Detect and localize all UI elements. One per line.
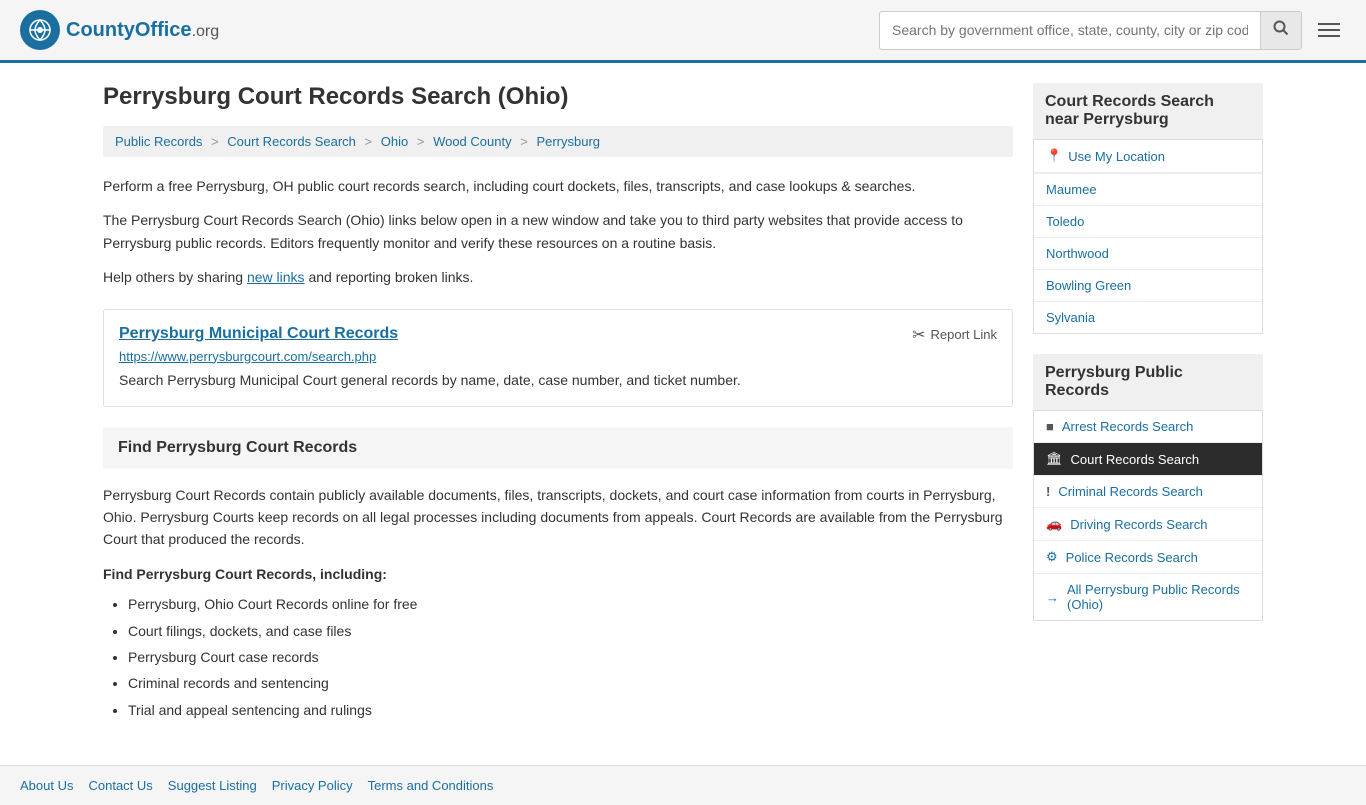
use-my-location-link[interactable]: 📍 Use My Location [1034,140,1262,173]
new-links-link[interactable]: new links [247,269,305,285]
main-content: Perrysburg Court Records Search (Ohio) P… [103,83,1013,725]
arrest-icon: ■ [1046,419,1054,434]
intro-paragraph-2: The Perrysburg Court Records Search (Ohi… [103,209,1013,254]
sidebar-item-driving-records: 🚗 Driving Records Search [1034,508,1262,541]
search-button[interactable] [1260,12,1301,49]
sidebar: Court Records Search near Perrysburg 📍 U… [1033,83,1263,725]
municipal-court-link[interactable]: Perrysburg Municipal Court Records [119,325,398,343]
link-section: Perrysburg Municipal Court Records ✂ Rep… [103,309,1013,407]
footer-suggest[interactable]: Suggest Listing [168,778,257,793]
sidebar-item-northwood: Northwood [1034,238,1262,270]
page-title: Perrysburg Court Records Search (Ohio) [103,83,1013,111]
sidebar-item-arrest-records: ■ Arrest Records Search [1034,411,1262,443]
list-item: Trial and appeal sentencing and rulings [128,699,1013,721]
sidebar-item-bowling-green: Bowling Green [1034,270,1262,302]
find-list: Perrysburg, Ohio Court Records online fo… [103,593,1013,721]
sidebar-public-records-heading: Perrysburg Public Records [1033,354,1263,411]
sidebar-public-records-section: Perrysburg Public Records ■ Arrest Recor… [1033,354,1263,621]
logo-text: CountyOffice.org [66,19,219,42]
toledo-link[interactable]: Toledo [1034,206,1262,237]
all-records-link[interactable]: → All Perrysburg Public Records (Ohio) [1034,574,1262,620]
hamburger-menu-button[interactable] [1312,17,1346,43]
police-icon: ⚙ [1046,549,1058,565]
logo-area: CountyOffice.org [20,10,219,50]
sidebar-near-list: 📍 Use My Location Maumee Toledo [1033,140,1263,334]
site-footer: About Us Contact Us Suggest Listing Priv… [0,765,1366,805]
header-right [879,11,1346,50]
intro-paragraph-3: Help others by sharing new links and rep… [103,266,1013,288]
sidebar-near-heading: Court Records Search near Perrysburg [1033,83,1263,140]
bowling-green-link[interactable]: Bowling Green [1034,270,1262,301]
footer-about[interactable]: About Us [20,778,73,793]
find-paragraph: Perrysburg Court Records contain publicl… [103,484,1013,551]
sidebar-item-criminal-records: ! Criminal Records Search [1034,476,1262,508]
sidebar-item-court-records: 🏛 Court Records Search [1034,443,1262,476]
breadcrumb: Public Records > Court Records Search > … [103,126,1013,157]
link-url[interactable]: https://www.perrysburgcourt.com/search.p… [119,349,997,364]
driving-records-link[interactable]: 🚗 Driving Records Search [1034,508,1262,540]
sidebar-near-section: Court Records Search near Perrysburg 📍 U… [1033,83,1263,334]
find-section-title: Find Perrysburg Court Records [118,439,998,457]
sidebar-item-all-records: → All Perrysburg Public Records (Ohio) [1034,574,1262,620]
maumee-link[interactable]: Maumee [1034,174,1262,205]
sidebar-public-records-list: ■ Arrest Records Search 🏛 Court Records … [1033,411,1263,621]
find-subheading: Find Perrysburg Court Records, including… [103,563,1013,585]
sidebar-item-sylvania: Sylvania [1034,302,1262,333]
list-item: Perrysburg Court case records [128,646,1013,668]
police-records-link[interactable]: ⚙ Police Records Search [1034,541,1262,573]
arrest-records-link[interactable]: ■ Arrest Records Search [1034,411,1262,442]
search-bar [879,11,1302,50]
court-records-link[interactable]: 🏛 Court Records Search [1034,443,1262,475]
search-input[interactable] [880,14,1260,46]
location-icon: 📍 [1046,148,1062,164]
list-item: Court filings, dockets, and case files [128,620,1013,642]
footer-privacy[interactable]: Privacy Policy [272,778,353,793]
breadcrumb-ohio[interactable]: Ohio [381,134,408,149]
intro-paragraph-1: Perform a free Perrysburg, OH public cou… [103,175,1013,197]
breadcrumb-court-records-search[interactable]: Court Records Search [227,134,356,149]
criminal-records-link[interactable]: ! Criminal Records Search [1034,476,1262,507]
breadcrumb-perrysburg[interactable]: Perrysburg [536,134,600,149]
sidebar-item-maumee: Maumee [1034,174,1262,206]
breadcrumb-wood-county[interactable]: Wood County [433,134,512,149]
sidebar-item-toledo: Toledo [1034,206,1262,238]
criminal-icon: ! [1046,484,1050,499]
driving-icon: 🚗 [1046,516,1062,532]
northwood-link[interactable]: Northwood [1034,238,1262,269]
footer-contact[interactable]: Contact Us [88,778,152,793]
report-link[interactable]: ✂ Report Link [912,325,997,345]
list-item: Criminal records and sentencing [128,672,1013,694]
sidebar-item-use-location: 📍 Use My Location [1034,140,1262,174]
link-description: Search Perrysburg Municipal Court genera… [119,370,997,391]
site-header: CountyOffice.org [0,0,1366,63]
logo-icon [20,10,60,50]
court-icon: 🏛 [1046,451,1063,467]
arrow-icon: → [1046,590,1059,605]
sylvania-link[interactable]: Sylvania [1034,302,1262,333]
sidebar-item-police-records: ⚙ Police Records Search [1034,541,1262,574]
find-section-header: Find Perrysburg Court Records [103,427,1013,469]
breadcrumb-public-records[interactable]: Public Records [115,134,202,149]
main-container: Perrysburg Court Records Search (Ohio) P… [83,63,1283,745]
list-item: Perrysburg, Ohio Court Records online fo… [128,593,1013,615]
footer-terms[interactable]: Terms and Conditions [368,778,494,793]
find-section-content: Perrysburg Court Records contain publicl… [103,469,1013,722]
scissors-icon: ✂ [912,325,925,345]
